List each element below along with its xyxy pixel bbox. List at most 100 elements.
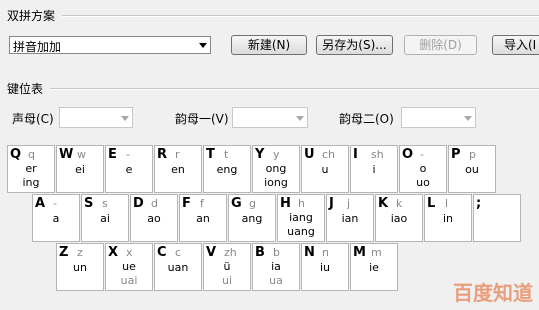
delete-button[interactable]: 删除(D): [404, 35, 477, 55]
key-final: an: [196, 212, 210, 225]
scheme-group-title: 双拼方案: [7, 9, 56, 23]
key-initial: b: [273, 246, 280, 259]
key-letter: B: [255, 245, 265, 260]
key-letter: Q: [10, 147, 22, 162]
key-v[interactable]: Vzh ü ui: [203, 243, 251, 291]
key-letter: X: [108, 245, 119, 260]
key-final: er: [25, 162, 37, 175]
key-final: ou: [465, 163, 479, 176]
key-finals: uan: [155, 261, 201, 275]
key-letter: P: [451, 147, 461, 162]
key-finals: a: [33, 212, 79, 226]
key-finals: e: [106, 163, 152, 177]
final2-filter-select[interactable]: [401, 107, 476, 128]
key-r[interactable]: Rr en: [154, 145, 202, 193]
key-m[interactable]: Mm ie: [350, 243, 398, 291]
new-button[interactable]: 新建(N): [231, 35, 307, 55]
key-initial: y: [273, 148, 280, 161]
key-letter: R: [157, 147, 168, 162]
key-e[interactable]: E- e: [105, 145, 153, 193]
key-initial: p: [469, 148, 476, 161]
key-n[interactable]: Nn iu: [301, 243, 349, 291]
key-finals: ei: [57, 163, 103, 177]
key-p[interactable]: Pp ou: [448, 145, 496, 193]
save-as-button[interactable]: 另存为(S)...: [316, 35, 393, 55]
key-finals: iao: [376, 212, 422, 226]
key-x[interactable]: Xx ue uai: [105, 243, 153, 291]
key-y[interactable]: Yy ong iong: [252, 145, 300, 193]
scheme-select[interactable]: 拼音加加: [9, 36, 211, 54]
key-finals: er ing: [8, 162, 54, 190]
key-initial: q: [28, 148, 35, 161]
key-final: in: [442, 212, 454, 225]
key-finals: iang uang: [278, 211, 324, 239]
key-initial: j: [347, 197, 351, 210]
key-initial: m: [371, 246, 382, 259]
key-final: ue: [122, 260, 136, 273]
key-finals: en: [155, 163, 201, 177]
key-o[interactable]: O - o uo: [399, 145, 447, 193]
key-letter: Y: [255, 147, 265, 162]
key-u[interactable]: Uch u: [301, 145, 349, 193]
key-final: ao: [147, 212, 161, 225]
key-l[interactable]: Ll in: [424, 194, 472, 242]
key-a[interactable]: A- a: [32, 194, 80, 242]
watermark-logo: 百度知道: [453, 281, 533, 305]
key-initial: z: [77, 246, 83, 259]
key-z[interactable]: Zz un: [56, 243, 104, 291]
key-k[interactable]: Kk iao: [375, 194, 423, 242]
key-finals: ue uai: [106, 260, 152, 288]
key-finals: ong iong: [253, 162, 299, 190]
key-final: ai: [100, 212, 110, 225]
key-c[interactable]: Cc uan: [154, 243, 202, 291]
key-initial: w: [77, 148, 86, 161]
key-initial: sh: [371, 148, 384, 161]
key-finals: un: [57, 261, 103, 275]
key-initial: t: [224, 148, 229, 161]
key-final: ong: [265, 162, 287, 175]
key-letter: O: [402, 147, 414, 162]
key-final: uo: [416, 176, 430, 189]
key-initial: f: [200, 197, 204, 210]
key-i[interactable]: Ish i: [350, 145, 398, 193]
key-final: iu: [319, 261, 331, 274]
key-b[interactable]: Bb ia ua: [252, 243, 300, 291]
key-semicolon[interactable]: ;: [473, 194, 521, 242]
key-s[interactable]: Ss ai: [81, 194, 129, 242]
key-final: ua: [269, 274, 283, 287]
key-h[interactable]: Hh iang uang: [277, 194, 325, 242]
key-final: u: [321, 163, 329, 176]
key-final: ui: [221, 274, 233, 287]
key-finals: an: [180, 212, 226, 226]
final1-filter-select[interactable]: [232, 107, 308, 128]
key-d[interactable]: Dd ao: [130, 194, 178, 242]
key-w[interactable]: Ww ei: [56, 145, 104, 193]
chevron-down-icon[interactable]: [121, 115, 129, 121]
key-letter: Z: [59, 245, 69, 260]
import-button[interactable]: 导入(I: [492, 35, 539, 55]
key-final: ie: [369, 261, 379, 274]
key-final: iao: [390, 212, 408, 225]
key-letter: A: [35, 196, 46, 211]
chevron-down-icon[interactable]: [199, 43, 207, 48]
key-initial: zh: [224, 246, 237, 259]
key-final: o: [419, 162, 427, 175]
key-j[interactable]: Jj ian: [326, 194, 374, 242]
key-q[interactable]: Qq er ing: [7, 145, 55, 193]
key-letter: C: [157, 245, 167, 260]
key-finals: in: [425, 212, 471, 226]
key-final: e: [125, 163, 133, 176]
key-initial: x: [126, 246, 133, 259]
key-final: i: [372, 163, 376, 176]
key-finals: ü ui: [204, 260, 250, 288]
final1-filter-label: 韵母一(V): [175, 112, 229, 126]
key-initial: -: [420, 148, 424, 161]
key-f[interactable]: Ff an: [179, 194, 227, 242]
key-t[interactable]: Tt eng: [203, 145, 251, 193]
initial-filter-select[interactable]: [59, 107, 133, 128]
chevron-down-icon[interactable]: [464, 115, 472, 121]
chevron-down-icon[interactable]: [296, 115, 304, 121]
key-finals: u: [302, 163, 348, 177]
key-letter: J: [329, 196, 334, 211]
key-g[interactable]: Gg ang: [228, 194, 276, 242]
